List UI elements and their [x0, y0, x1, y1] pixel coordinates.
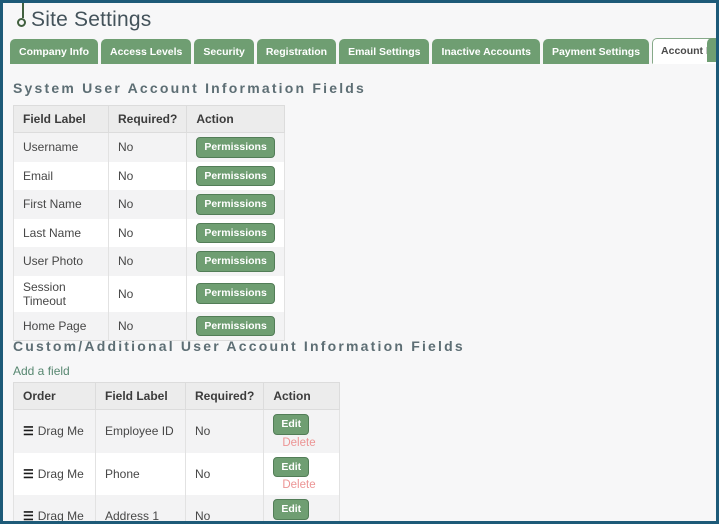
required-cell: No	[109, 276, 187, 312]
required-cell: No	[186, 410, 264, 453]
drag-handle[interactable]: ☰ Drag Me	[14, 495, 96, 524]
field-label-cell: Email	[14, 162, 109, 191]
action-cell: Permissions	[187, 190, 284, 219]
edit-button[interactable]: Edit	[273, 414, 309, 435]
field-label-cell: Employee ID	[96, 410, 186, 453]
table-row: Session TimeoutNo Permissions	[14, 276, 285, 312]
permissions-button[interactable]: Permissions	[196, 283, 274, 304]
required-cell: No	[109, 219, 187, 248]
system-fields-table: Field Label Required? Action UsernameNoP…	[13, 105, 285, 341]
action-cell: Permissions	[187, 162, 284, 191]
table-row: User PhotoNo Permissions	[14, 247, 285, 276]
tab-security[interactable]: Security	[194, 39, 253, 64]
page-title: Site Settings	[31, 8, 152, 32]
action-cell: Permissions	[187, 133, 284, 162]
required-cell: No	[109, 190, 187, 219]
field-label-cell: Session Timeout	[14, 276, 109, 312]
drag-label: Drag Me	[38, 424, 84, 438]
drag-handle-icon: ☰	[23, 509, 34, 523]
drag-label: Drag Me	[38, 467, 84, 481]
anchor-dot-icon	[17, 18, 26, 27]
table-header-row: Field Label Required? Action	[14, 106, 285, 133]
column-header-required: Required?	[186, 383, 264, 410]
tab-registration[interactable]: Registration	[257, 39, 336, 64]
tab-partial-cutoff[interactable]	[707, 38, 719, 62]
tab-company-info[interactable]: Company Info	[10, 39, 98, 64]
tab-payment-settings[interactable]: Payment Settings	[543, 39, 649, 64]
column-header-field-label: Field Label	[14, 106, 109, 133]
column-header-field-label: Field Label	[96, 383, 186, 410]
drag-handle[interactable]: ☰ Drag Me	[14, 410, 96, 453]
action-cell: EditDelete	[264, 453, 340, 496]
tab-bar: Company InfoAccess LevelsSecurityRegistr…	[10, 38, 716, 64]
delete-link[interactable]: Delete	[282, 437, 315, 449]
table-row: Home PageNo Permissions	[14, 312, 285, 341]
table-row: EmailNo Permissions	[14, 162, 285, 191]
site-settings-window: Site Settings Company InfoAccess LevelsS…	[0, 0, 719, 524]
table-row: ☰Drag MePhoneNoEditDelete	[14, 453, 340, 496]
required-cell: No	[109, 312, 187, 341]
table-row: First NameNo Permissions	[14, 190, 285, 219]
field-label-cell: Phone	[96, 453, 186, 496]
tab-email-settings[interactable]: Email Settings	[339, 39, 429, 64]
add-a-field-link[interactable]: Add a field	[13, 364, 70, 378]
drag-handle-icon: ☰	[23, 424, 34, 438]
required-cell: No	[109, 247, 187, 276]
drag-handle[interactable]: ☰ Drag Me	[14, 453, 96, 496]
field-label-cell: Username	[14, 133, 109, 162]
action-cell: EditDelete	[264, 495, 340, 524]
field-label-cell: Home Page	[14, 312, 109, 341]
table-row: Last NameNo Permissions	[14, 219, 285, 248]
tab-inactive-accounts[interactable]: Inactive Accounts	[432, 39, 539, 64]
drag-label: Drag Me	[38, 509, 84, 523]
system-fields-heading: System User Account Information Fields	[13, 80, 366, 96]
permissions-button[interactable]: Permissions	[196, 194, 274, 215]
field-label-cell: Last Name	[14, 219, 109, 248]
permissions-button[interactable]: Permissions	[196, 223, 274, 244]
column-header-order: Order	[14, 383, 96, 410]
action-cell: Permissions	[187, 247, 284, 276]
permissions-button[interactable]: Permissions	[196, 166, 274, 187]
delete-link[interactable]: Delete	[282, 479, 315, 491]
tab-access-levels[interactable]: Access Levels	[101, 39, 191, 64]
edit-button[interactable]: Edit	[273, 499, 309, 520]
field-label-cell: First Name	[14, 190, 109, 219]
action-cell: Permissions	[187, 276, 284, 312]
table-row: ☰ Drag Me Address 1NoEditDelete	[14, 495, 340, 524]
edit-button[interactable]: Edit	[273, 457, 309, 478]
anchor-line	[22, 3, 24, 18]
drag-handle-icon: ☰	[23, 467, 34, 481]
system-fields-tbody: UsernameNoPermissionsEmailNoPermissionsF…	[14, 133, 285, 341]
required-cell: No	[186, 453, 264, 496]
permissions-button[interactable]: Permissions	[196, 251, 274, 272]
custom-fields-table: Order Field Label Required? Action ☰ Drag…	[13, 382, 340, 524]
field-label-cell: User Photo	[14, 247, 109, 276]
permissions-button[interactable]: Permissions	[196, 137, 274, 158]
action-cell: Permissions	[187, 312, 284, 341]
column-header-action: Action	[187, 106, 284, 133]
required-cell: No	[109, 162, 187, 191]
table-row: UsernameNo Permissions	[14, 133, 285, 162]
table-row: ☰ Drag Me Employee IDNo Edit Delete	[14, 410, 340, 453]
required-cell: No	[109, 133, 187, 162]
column-header-action: Action	[264, 383, 340, 410]
action-cell: Edit Delete	[264, 410, 340, 453]
field-label-cell: Address 1	[96, 495, 186, 524]
permissions-button[interactable]: Permissions	[196, 316, 274, 337]
required-cell: No	[186, 495, 264, 524]
custom-fields-tbody: ☰Drag MeEmployee IDNoEditDelete☰Drag MeP…	[14, 410, 340, 524]
column-header-required: Required?	[109, 106, 187, 133]
action-cell: Permissions	[187, 219, 284, 248]
custom-fields-heading: Custom/Additional User Account Informati…	[13, 338, 465, 354]
table-header-row: Order Field Label Required? Action	[14, 383, 340, 410]
